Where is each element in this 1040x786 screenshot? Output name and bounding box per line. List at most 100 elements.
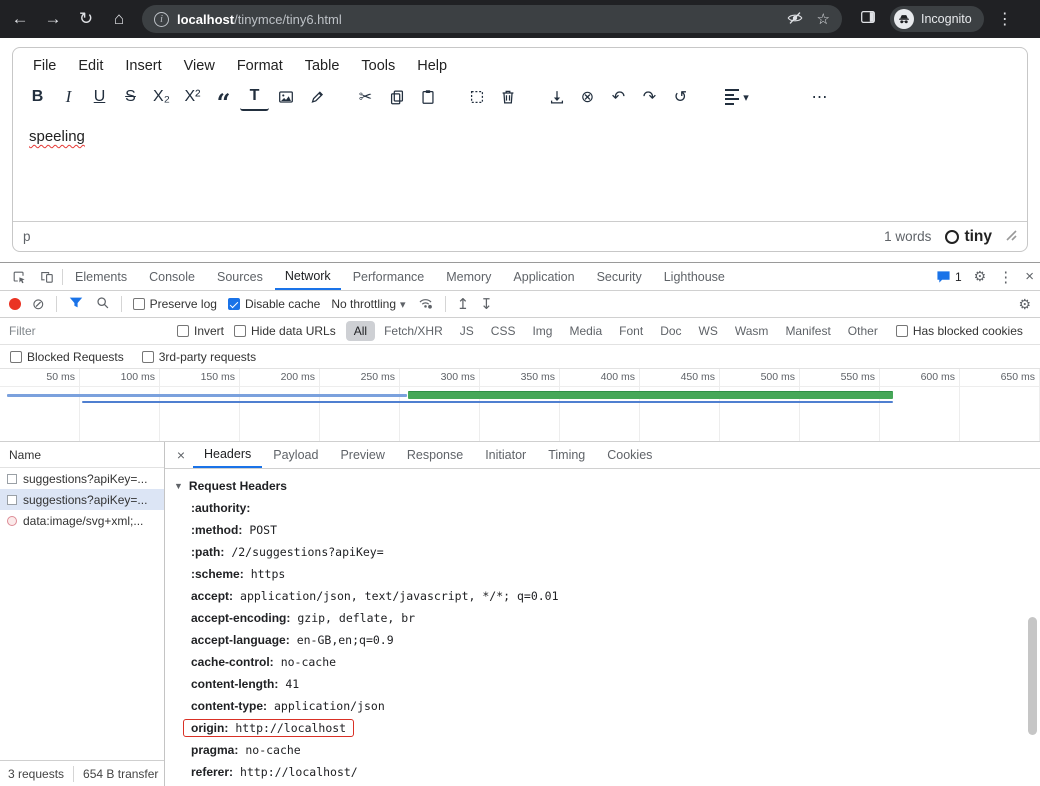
filter-ws[interactable]: WS bbox=[691, 321, 726, 341]
misspelled-word[interactable]: speeling bbox=[29, 128, 85, 145]
superscript-button[interactable]: X² bbox=[178, 83, 207, 111]
forward-icon[interactable]: → bbox=[43, 9, 63, 29]
request-row-selected[interactable]: suggestions?apiKey=... bbox=[0, 489, 164, 510]
tab-lighthouse[interactable]: Lighthouse bbox=[654, 263, 735, 290]
permanent-pen-button[interactable] bbox=[302, 83, 331, 111]
close-detail-icon[interactable]: × bbox=[169, 447, 193, 463]
network-settings-icon[interactable]: ⚙ bbox=[1018, 296, 1031, 313]
undo-button[interactable]: ↶ bbox=[604, 83, 633, 111]
site-info-icon[interactable]: i bbox=[154, 12, 169, 27]
cut-button[interactable]: ✂ bbox=[351, 83, 380, 111]
filter-input[interactable] bbox=[9, 322, 167, 340]
menu-help[interactable]: Help bbox=[407, 54, 457, 78]
detail-tab-initiator[interactable]: Initiator bbox=[474, 442, 537, 468]
filter-doc[interactable]: Doc bbox=[652, 321, 689, 341]
bookmark-star-icon[interactable]: ☆ bbox=[817, 10, 830, 28]
tab-memory[interactable]: Memory bbox=[436, 263, 501, 290]
has-blocked-cookies-box[interactable] bbox=[896, 325, 908, 337]
export-button[interactable] bbox=[542, 83, 571, 111]
menu-format[interactable]: Format bbox=[227, 54, 293, 78]
delete-button[interactable] bbox=[493, 83, 522, 111]
tab-elements[interactable]: Elements bbox=[65, 263, 137, 290]
disable-cache-checkbox[interactable]: Disable cache bbox=[228, 297, 320, 311]
third-party-checkbox[interactable]: 3rd-party requests bbox=[142, 350, 256, 364]
back-icon[interactable]: ← bbox=[10, 9, 30, 29]
request-row[interactable]: suggestions?apiKey=... bbox=[0, 468, 164, 489]
menu-view[interactable]: View bbox=[174, 54, 225, 78]
word-count[interactable]: 1 words bbox=[884, 229, 931, 244]
filter-wasm[interactable]: Wasm bbox=[727, 321, 777, 341]
network-overview-timeline[interactable]: 50 ms 100 ms 150 ms 200 ms 250 ms 300 ms… bbox=[0, 369, 1040, 442]
filter-media[interactable]: Media bbox=[561, 321, 610, 341]
menu-insert[interactable]: Insert bbox=[115, 54, 171, 78]
paste-button[interactable] bbox=[413, 83, 442, 111]
strikethrough-button[interactable]: S bbox=[116, 83, 145, 111]
filter-all[interactable]: All bbox=[346, 321, 375, 341]
request-headers-section[interactable]: ▼ Request Headers bbox=[174, 475, 1040, 497]
address-bar[interactable]: i localhost/tinymce/tiny6.html ☆ bbox=[142, 5, 842, 33]
resize-handle-icon[interactable] bbox=[1006, 229, 1017, 244]
filter-js[interactable]: JS bbox=[452, 321, 482, 341]
italic-button[interactable]: I bbox=[54, 83, 83, 111]
home-icon[interactable]: ⌂ bbox=[109, 9, 129, 29]
search-icon[interactable] bbox=[95, 295, 110, 313]
invert-checkbox[interactable]: Invert bbox=[177, 324, 224, 338]
reload-icon[interactable]: ↻ bbox=[76, 9, 96, 29]
tab-network[interactable]: Network bbox=[275, 263, 341, 290]
blockquote-button[interactable]: “ bbox=[209, 83, 238, 111]
devtools-close-icon[interactable]: × bbox=[1025, 268, 1034, 285]
import-har-icon[interactable]: ↥ bbox=[457, 297, 470, 312]
bold-button[interactable]: B bbox=[23, 83, 52, 111]
detail-tab-preview[interactable]: Preview bbox=[329, 442, 395, 468]
tab-performance[interactable]: Performance bbox=[343, 263, 435, 290]
browser-menu-icon[interactable]: ⋮ bbox=[997, 9, 1013, 29]
devtools-menu-icon[interactable]: ⋮ bbox=[998, 268, 1013, 286]
filter-css[interactable]: CSS bbox=[483, 321, 524, 341]
tab-console[interactable]: Console bbox=[139, 263, 205, 290]
detail-tab-timing[interactable]: Timing bbox=[537, 442, 596, 468]
hide-data-urls-checkbox[interactable]: Hide data URLs bbox=[234, 324, 336, 338]
more-toolbar-button[interactable]: ⋯ bbox=[805, 83, 834, 111]
issues-counter[interactable]: 1 bbox=[936, 270, 962, 284]
insert-image-button[interactable] bbox=[271, 83, 300, 111]
redo-button[interactable]: ↷ bbox=[635, 83, 664, 111]
filter-manifest[interactable]: Manifest bbox=[777, 321, 838, 341]
tab-security[interactable]: Security bbox=[587, 263, 652, 290]
eye-off-icon[interactable] bbox=[786, 9, 804, 30]
export-har-icon[interactable]: ↧ bbox=[480, 297, 493, 312]
detail-tab-payload[interactable]: Payload bbox=[262, 442, 329, 468]
select-all-button[interactable] bbox=[462, 83, 491, 111]
side-panel-icon[interactable] bbox=[859, 8, 877, 31]
disable-cache-box[interactable] bbox=[228, 298, 240, 310]
blocked-requests-box[interactable] bbox=[10, 351, 22, 363]
third-party-box[interactable] bbox=[142, 351, 154, 363]
preserve-log-checkbox[interactable]: Preserve log bbox=[133, 297, 217, 311]
detail-tab-response[interactable]: Response bbox=[396, 442, 474, 468]
detail-tab-cookies[interactable]: Cookies bbox=[596, 442, 663, 468]
restore-draft-button[interactable]: ↺ bbox=[666, 83, 695, 111]
detail-tab-headers[interactable]: Headers bbox=[193, 442, 262, 468]
hide-data-urls-box[interactable] bbox=[234, 325, 246, 337]
tab-application[interactable]: Application bbox=[503, 263, 584, 290]
subscript-button[interactable]: X₂ bbox=[147, 83, 176, 111]
align-button[interactable]: ▾ bbox=[715, 83, 759, 111]
scrollbar-thumb[interactable] bbox=[1028, 617, 1037, 735]
filter-font[interactable]: Font bbox=[611, 321, 651, 341]
cancel-button[interactable]: ⊗ bbox=[573, 83, 602, 111]
device-toolbar-icon[interactable] bbox=[34, 264, 60, 290]
incognito-badge[interactable]: Incognito bbox=[890, 6, 984, 32]
element-path[interactable]: p bbox=[23, 229, 31, 244]
requests-name-header[interactable]: Name bbox=[0, 442, 164, 468]
invert-box[interactable] bbox=[177, 325, 189, 337]
tiny-brand[interactable]: tiny bbox=[945, 228, 992, 246]
menu-edit[interactable]: Edit bbox=[68, 54, 113, 78]
menu-tools[interactable]: Tools bbox=[351, 54, 405, 78]
has-blocked-cookies-checkbox[interactable]: Has blocked cookies bbox=[896, 324, 1023, 338]
collapse-triangle-icon[interactable]: ▼ bbox=[174, 481, 183, 491]
request-row[interactable]: data:image/svg+xml;... bbox=[0, 510, 164, 531]
filter-other[interactable]: Other bbox=[840, 321, 886, 341]
format-painter-button[interactable]: T bbox=[240, 83, 269, 111]
clear-icon[interactable]: ⊘ bbox=[32, 297, 45, 312]
devtools-settings-icon[interactable]: ⚙ bbox=[974, 268, 987, 285]
menu-file[interactable]: File bbox=[23, 54, 66, 78]
